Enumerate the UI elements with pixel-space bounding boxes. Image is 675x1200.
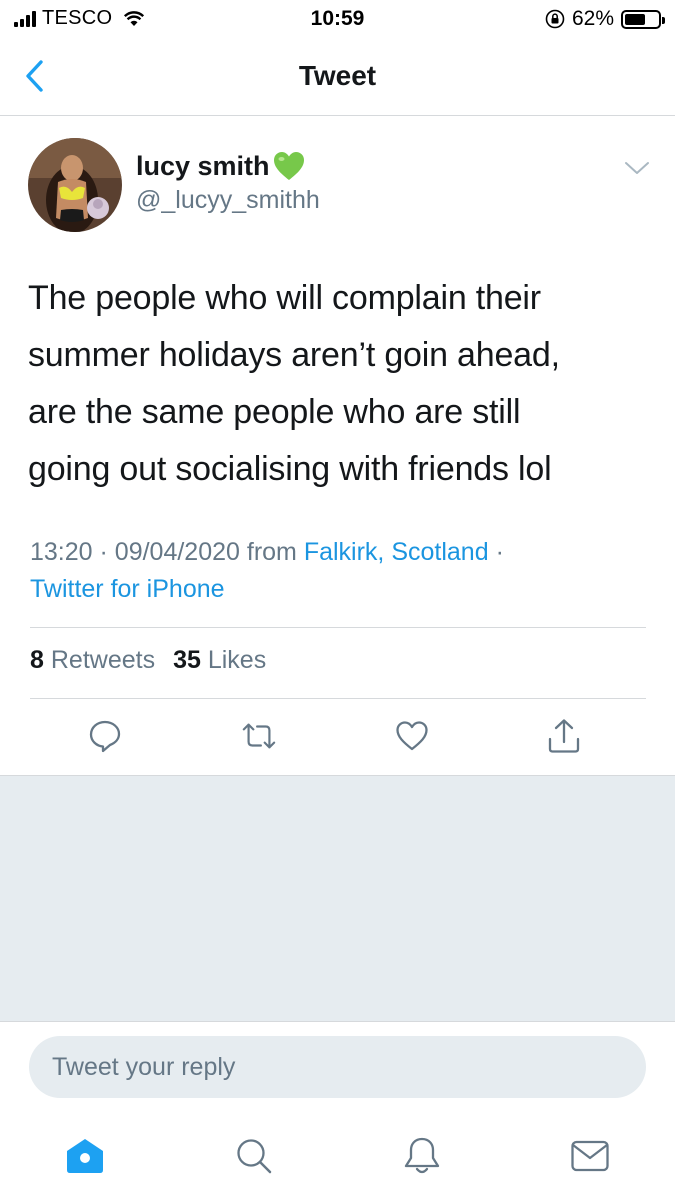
share-button[interactable] [546,718,582,754]
page-title: Tweet [298,60,377,91]
user-handle[interactable]: @_lucyy_smithh [136,186,320,215]
retweet-button[interactable] [241,718,277,754]
avatar-photo [28,138,122,232]
home-icon [67,1139,103,1173]
tab-notifications[interactable] [400,1134,444,1178]
reply-input[interactable]: Tweet your reply [29,1036,646,1098]
tab-home[interactable] [63,1134,107,1178]
battery-percent: 62% [571,7,614,30]
tweet-meta-line: 13:20 · 09/04/2020 from Falkirk, Scotlan… [30,534,630,571]
tweet-text-line: summer holidays aren’t goin ahead, [28,336,560,374]
messages-icon [571,1140,609,1172]
status-bar: TESCO 10:59 62% [0,0,675,38]
tweet-text-line: going out socialising with friends lol [28,450,552,488]
from-label: from [246,538,297,566]
chevron-down-icon [625,162,649,174]
tweet-meta-line: Twitter for iPhone [30,571,630,608]
avatar[interactable] [28,138,122,232]
tab-bar [0,1120,675,1200]
divider [30,627,646,628]
orientation-lock-icon [545,9,565,29]
search-icon [237,1139,272,1174]
green-heart-icon [273,152,304,180]
battery-icon [621,9,665,29]
reply-placeholder: Tweet your reply [52,1053,236,1081]
empty-replies-area [0,775,675,1022]
tweet-stats: 8 Retweets 35 Likes [30,646,266,675]
notifications-icon [404,1137,440,1174]
tweet-client-link[interactable]: Twitter for iPhone [30,575,225,603]
tweet-actions [0,718,675,758]
user-name-row: lucy smith [136,150,306,182]
tweet-date: 09/04/2020 [114,538,240,566]
battery-level [625,13,645,25]
like-button[interactable] [394,718,430,754]
likes-stat[interactable]: 35 Likes [173,646,266,675]
user-name[interactable]: lucy smith [136,151,270,182]
tweet-menu-button[interactable] [622,156,652,180]
reply-icon [89,720,121,753]
tweet-text: The people who will complain their summe… [28,270,648,498]
retweets-label: Retweets [50,646,156,674]
tweet-location-link[interactable]: Falkirk, Scotland [304,538,489,566]
retweets-count: 8 [30,646,44,674]
tweet-text-line: are the same people who are still [28,393,521,431]
tab-messages[interactable] [568,1134,612,1178]
meta-separator: · [495,538,504,566]
retweets-stat[interactable]: 8 Retweets [30,646,155,675]
tab-search[interactable] [232,1134,276,1178]
meta-separator: · [99,538,108,566]
like-icon [396,721,428,751]
nav-bar: Tweet [0,38,675,116]
tweet-time: 13:20 [30,538,93,566]
likes-count: 35 [173,646,201,674]
status-right: 62% [545,7,665,31]
likes-label: Likes [207,646,267,674]
retweet-icon [242,723,276,749]
tweet-text-line: The people who will complain their [28,279,541,317]
share-icon [548,719,580,753]
divider [30,698,646,699]
tweet-meta: 13:20 · 09/04/2020 from Falkirk, Scotlan… [30,534,630,608]
reply-button[interactable] [87,718,123,754]
